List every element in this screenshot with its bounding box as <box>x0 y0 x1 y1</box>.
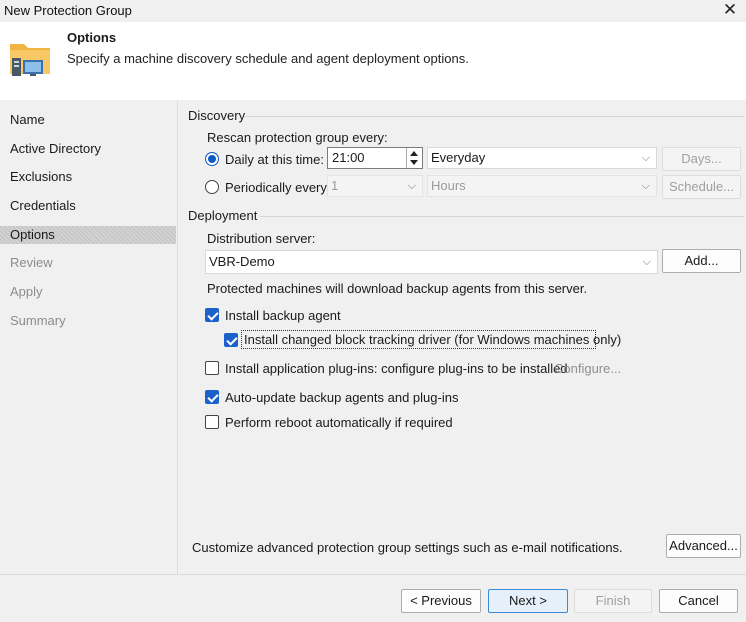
daily-label[interactable]: Daily at this time: <box>225 152 324 167</box>
configure-plugins-link[interactable]: Configure... <box>554 361 621 376</box>
auto-update-checkbox[interactable] <box>205 390 219 404</box>
window-title: New Protection Group <box>4 3 132 18</box>
discovery-group-label: Discovery <box>188 108 246 123</box>
install-cbt-label[interactable]: Install changed block tracking driver (f… <box>244 332 621 347</box>
install-agent-checkbox[interactable] <box>205 308 219 322</box>
deployment-divider <box>260 216 744 217</box>
nav-item-active-directory[interactable]: Active Directory <box>0 140 176 158</box>
periodic-label[interactable]: Periodically every: <box>225 180 331 195</box>
install-agent-label[interactable]: Install backup agent <box>225 308 341 323</box>
periodic-unit-dropdown[interactable]: Hours ⌵ <box>427 175 657 197</box>
page-subtitle: Specify a machine discovery schedule and… <box>67 51 469 66</box>
nav-item-apply: Apply <box>10 284 43 299</box>
options-panel: Discovery Rescan protection group every:… <box>178 100 746 574</box>
advanced-button[interactable]: Advanced... <box>666 534 741 558</box>
distribution-server-label: Distribution server: <box>207 231 316 246</box>
wizard-header: Options Specify a machine discovery sche… <box>0 22 746 100</box>
days-dropdown[interactable]: Everyday ⌵ <box>427 147 657 169</box>
periodic-value-dropdown[interactable]: 1 ⌵ <box>327 175 423 197</box>
nav-item-exclusions[interactable]: Exclusions <box>0 168 176 186</box>
install-plugins-label[interactable]: Install application plug-ins: configure … <box>225 361 568 376</box>
days-button[interactable]: Days... <box>662 147 741 171</box>
rescan-label: Rescan protection group every: <box>207 130 388 145</box>
cancel-button[interactable]: Cancel <box>659 589 738 613</box>
advanced-description: Customize advanced protection group sett… <box>192 540 623 555</box>
auto-update-label[interactable]: Auto-update backup agents and plug-ins <box>225 390 458 405</box>
nav-item-summary: Summary <box>10 313 66 328</box>
discovery-divider <box>244 116 744 117</box>
title-bar: New Protection Group ✕ <box>0 0 746 22</box>
periodic-value: 1 <box>331 178 339 193</box>
days-dropdown-value: Everyday <box>431 150 486 165</box>
finish-button[interactable]: Finish <box>574 589 652 613</box>
protection-group-folder-computer-icon <box>10 44 50 76</box>
distribution-server-value: VBR-Demo <box>209 254 275 269</box>
wizard-steps-nav: Name Active Directory Exclusions Credent… <box>0 100 177 574</box>
chevron-down-icon: ⌵ <box>641 152 650 164</box>
deployment-group-label: Deployment <box>188 208 258 223</box>
nav-item-options[interactable]: Options <box>0 226 176 244</box>
close-icon[interactable]: ✕ <box>720 0 740 20</box>
install-cbt-checkbox[interactable] <box>224 333 238 347</box>
spin-up-icon[interactable] <box>410 151 418 156</box>
nav-item-review: Review <box>10 255 53 270</box>
nav-item-name[interactable]: Name <box>0 111 176 129</box>
chevron-down-icon: ⌵ <box>407 180 416 192</box>
previous-button[interactable]: < Previous <box>401 589 481 613</box>
distribution-server-dropdown[interactable]: VBR-Demo ⌵ <box>205 250 658 274</box>
periodic-radio[interactable] <box>205 180 219 194</box>
distribution-note: Protected machines will download backup … <box>207 281 588 296</box>
chevron-down-icon: ⌵ <box>641 180 650 192</box>
daily-time-input[interactable]: 21:00 <box>327 147 423 169</box>
schedule-button[interactable]: Schedule... <box>662 175 741 199</box>
periodic-unit-value: Hours <box>431 178 466 193</box>
reboot-label[interactable]: Perform reboot automatically if required <box>225 415 453 430</box>
reboot-checkbox[interactable] <box>205 415 219 429</box>
wizard-footer: < Previous Next > Finish Cancel <box>0 575 746 622</box>
spin-down-icon[interactable] <box>410 160 418 165</box>
chevron-down-icon: ⌵ <box>642 256 651 268</box>
daily-radio[interactable] <box>205 152 219 166</box>
nav-item-credentials[interactable]: Credentials <box>0 197 176 215</box>
daily-time-value: 21:00 <box>332 150 365 165</box>
page-title: Options <box>67 30 117 45</box>
add-server-button[interactable]: Add... <box>662 249 741 273</box>
install-plugins-checkbox[interactable] <box>205 361 219 375</box>
time-spinner[interactable] <box>406 148 422 168</box>
next-button[interactable]: Next > <box>488 589 568 613</box>
